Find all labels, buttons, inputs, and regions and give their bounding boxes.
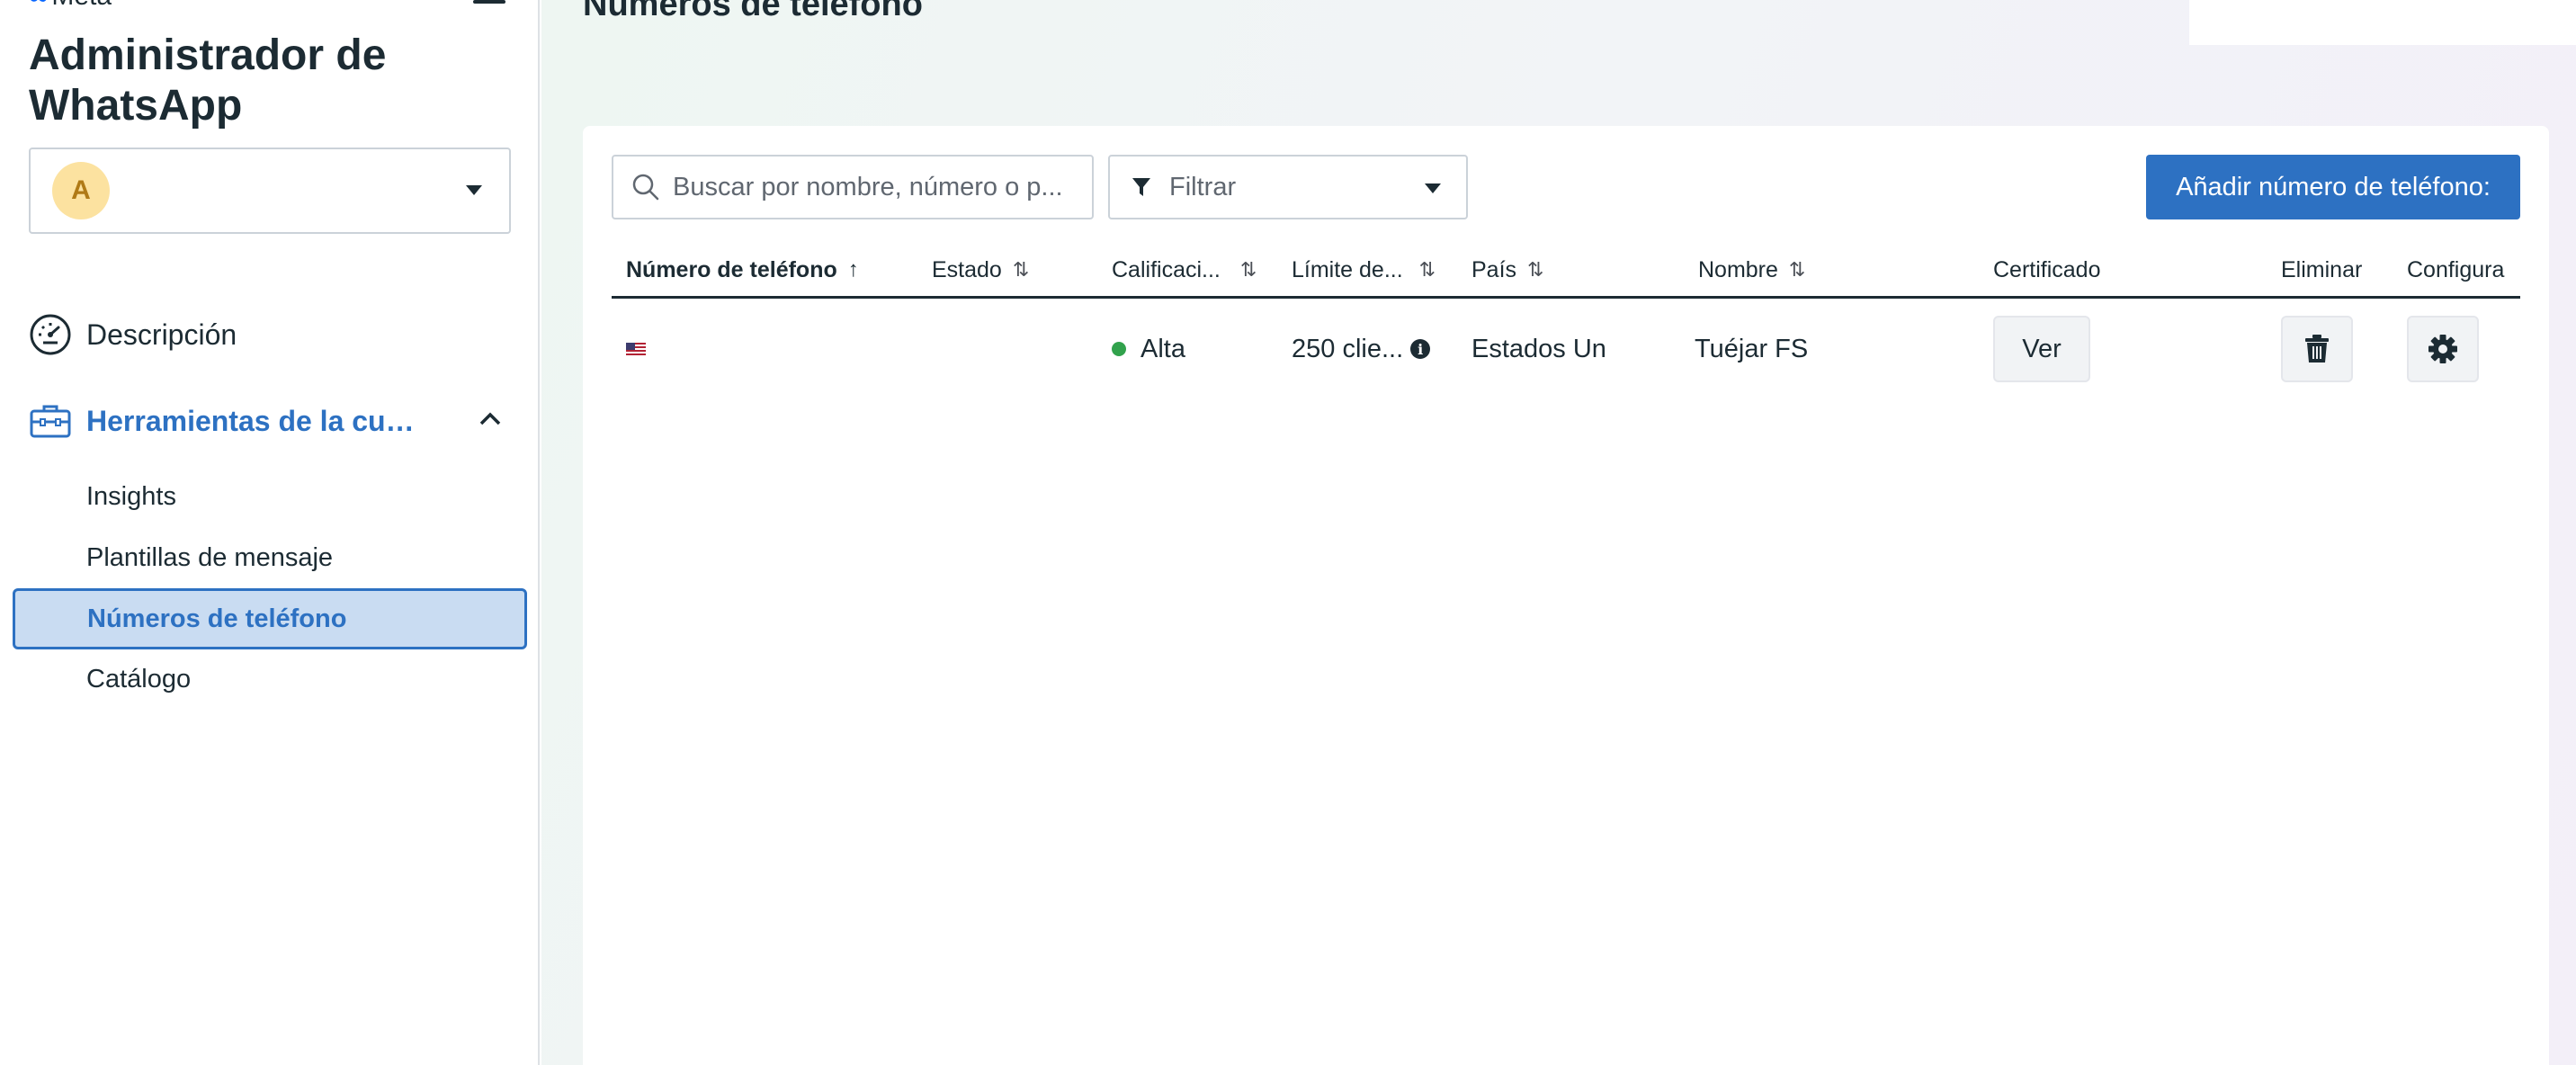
sort-icon: ⇅ bbox=[1527, 258, 1544, 281]
cell-delete bbox=[2281, 302, 2353, 396]
cell-phone-number bbox=[612, 302, 651, 396]
sort-icon: ⇅ bbox=[1788, 258, 1806, 281]
table-header: Número de teléfono ↑ Estado ⇅ Calificaci… bbox=[612, 241, 2520, 299]
filter-icon bbox=[1132, 178, 1150, 196]
column-limit[interactable]: Límite de... ⇅ bbox=[1292, 241, 1436, 299]
collapse-menu-icon[interactable] bbox=[473, 0, 505, 4]
rating-text: Alta bbox=[1140, 334, 1185, 363]
column-label: Calificaci... bbox=[1112, 256, 1221, 282]
column-label: Límite de... bbox=[1292, 256, 1403, 282]
column-label: País bbox=[1471, 256, 1517, 282]
nav-item-description[interactable]: Descripción bbox=[29, 313, 237, 356]
trash-icon bbox=[2305, 335, 2329, 362]
status-dot-green bbox=[1112, 342, 1126, 356]
column-certificate: Certificado bbox=[1993, 256, 2101, 282]
sort-ascending-icon: ↑ bbox=[847, 257, 859, 282]
filter-label: Filtrar bbox=[1169, 172, 1237, 201]
column-label: Nombre bbox=[1698, 256, 1778, 282]
nav-item-description-label: Descripción bbox=[86, 318, 237, 351]
gauge-icon bbox=[30, 314, 71, 355]
meta-logo[interactable]: ∞ Meta bbox=[29, 0, 112, 11]
column-country[interactable]: País ⇅ bbox=[1471, 241, 1543, 299]
page-title: Números de teléfono bbox=[583, 0, 923, 23]
caret-down-icon bbox=[466, 185, 482, 195]
info-icon[interactable]: i bbox=[1410, 339, 1431, 359]
sort-icon: ⇅ bbox=[1239, 258, 1257, 281]
cell-limit: 250 clie... i bbox=[1292, 302, 1431, 396]
nav-item-tools[interactable]: Herramientas de la cu… bbox=[29, 399, 501, 443]
main-content: Números de teléfono Filtrar Añadir númer… bbox=[541, 0, 2576, 1065]
settings-button[interactable] bbox=[2407, 316, 2479, 382]
sidebar-item-catalog[interactable]: Catálogo bbox=[86, 650, 191, 708]
column-phone-number[interactable]: Número de teléfono ↑ bbox=[626, 241, 859, 299]
app-title: Administrador de WhatsApp bbox=[29, 31, 387, 130]
briefcase-icon bbox=[30, 405, 71, 438]
column-delete: Eliminar bbox=[2281, 256, 2363, 282]
column-status[interactable]: Estado ⇅ bbox=[932, 241, 1029, 299]
meta-infinity-icon: ∞ bbox=[29, 0, 48, 12]
column-label: Número de teléfono bbox=[626, 256, 837, 282]
cell-configure bbox=[2407, 302, 2479, 396]
search-input[interactable] bbox=[673, 172, 1069, 202]
cell-country: Estados Un bbox=[1471, 334, 1606, 363]
caret-down-icon bbox=[1425, 183, 1441, 193]
sidebar-item-message-templates[interactable]: Plantillas de mensaje bbox=[86, 529, 333, 586]
column-label: Estado bbox=[932, 256, 1002, 282]
avatar: A bbox=[52, 162, 110, 219]
chevron-up-icon[interactable] bbox=[479, 410, 502, 426]
sidebar-item-phone-numbers[interactable]: Números de teléfono bbox=[13, 588, 527, 649]
sidebar-item-insights[interactable]: Insights bbox=[86, 468, 176, 525]
column-rating[interactable]: Calificaci... ⇅ bbox=[1112, 241, 1257, 299]
phone-numbers-card: Filtrar Añadir número de teléfono: Númer… bbox=[583, 126, 2549, 1065]
sort-icon: ⇅ bbox=[1418, 258, 1436, 281]
gear-icon bbox=[2428, 335, 2457, 363]
table-row[interactable]: Alta 250 clie... i Estados Un Tuéjar FS … bbox=[612, 302, 2520, 396]
cell-rating: Alta bbox=[1112, 302, 1185, 396]
column-configure: Configura bbox=[2407, 256, 2505, 282]
delete-button[interactable] bbox=[2281, 316, 2353, 382]
meta-brand-label: Meta bbox=[51, 0, 112, 12]
sort-icon: ⇅ bbox=[1012, 258, 1030, 281]
account-selector[interactable]: A bbox=[29, 148, 511, 234]
cell-certificate: Ver bbox=[1993, 302, 2090, 396]
top-right-panel bbox=[2189, 0, 2576, 45]
filter-dropdown[interactable]: Filtrar bbox=[1108, 155, 1468, 219]
sidebar: ∞ Meta Administrador de WhatsApp A Descr… bbox=[0, 0, 540, 1065]
cell-name: Tuéjar FS bbox=[1695, 334, 1809, 363]
limit-text: 250 clie... bbox=[1292, 334, 1404, 363]
search-field[interactable] bbox=[612, 155, 1094, 219]
view-certificate-button[interactable]: Ver bbox=[1993, 316, 2090, 382]
add-phone-number-button[interactable]: Añadir número de teléfono: bbox=[2146, 155, 2520, 219]
column-name[interactable]: Nombre ⇅ bbox=[1698, 241, 1805, 299]
nav-item-tools-label: Herramientas de la cu… bbox=[86, 404, 415, 437]
us-flag-icon bbox=[626, 343, 646, 355]
search-icon bbox=[632, 174, 659, 201]
